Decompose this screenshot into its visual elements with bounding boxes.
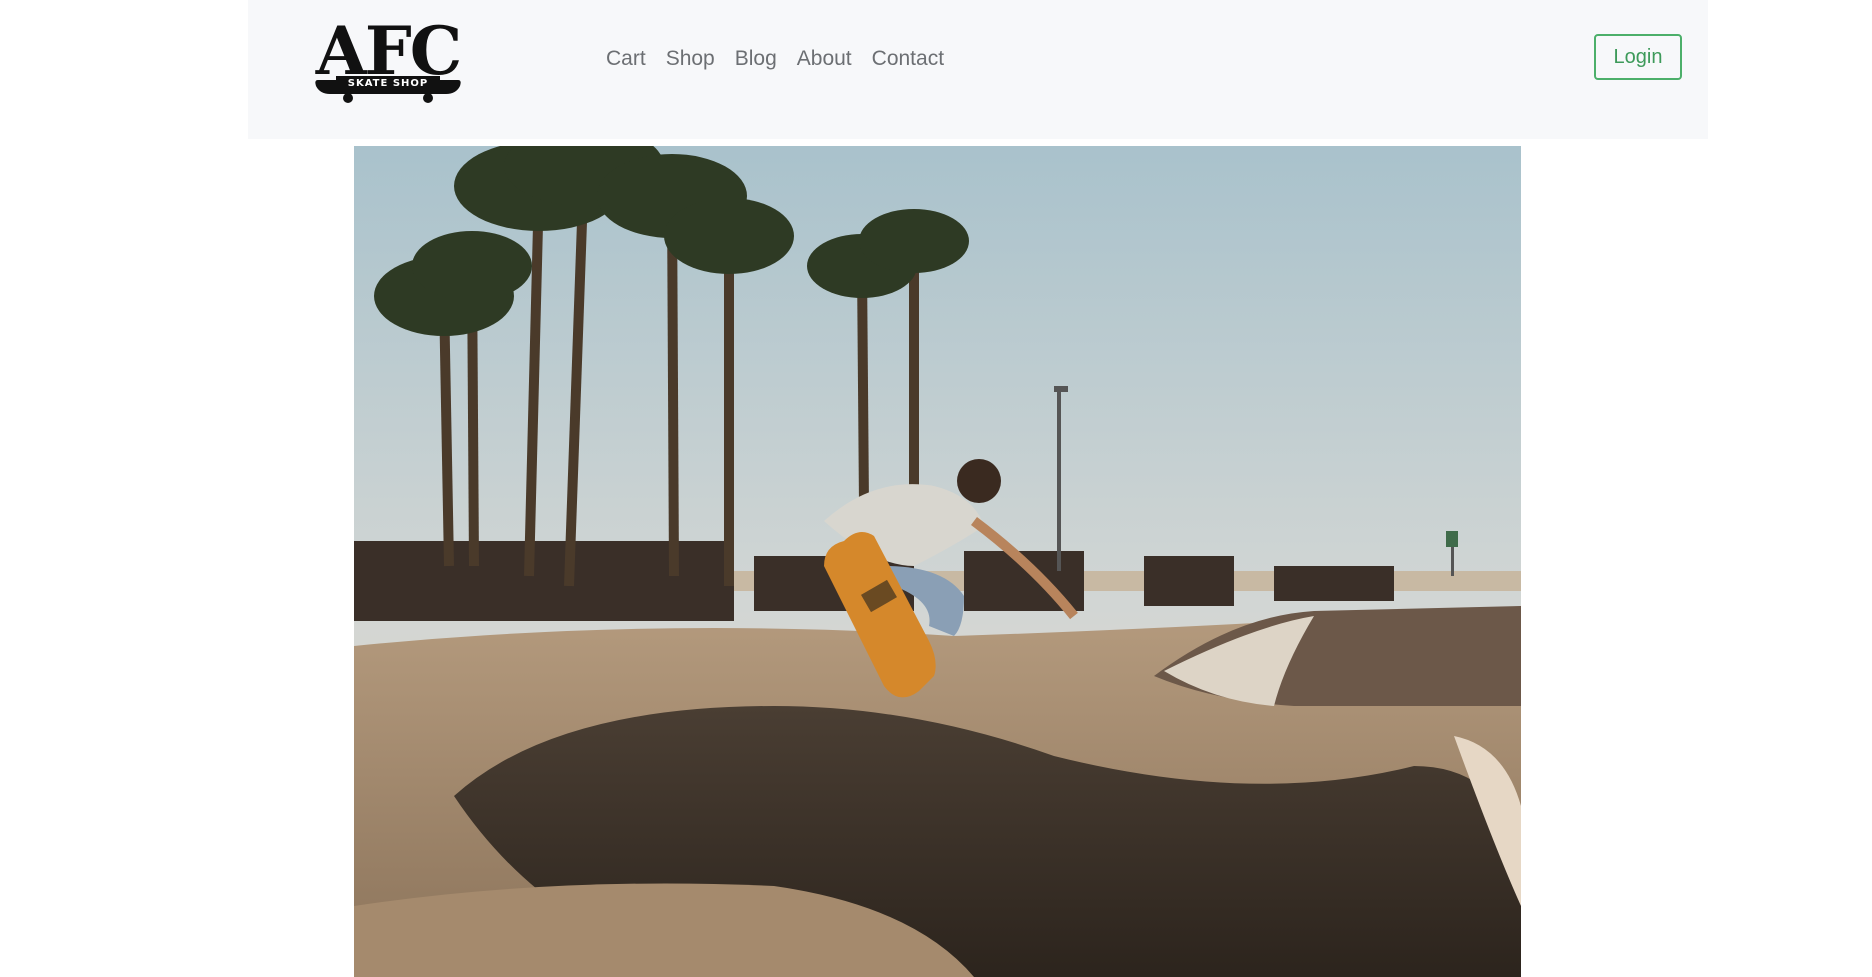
nav-link-contact[interactable]: Contact — [862, 44, 954, 74]
hero-image — [354, 146, 1521, 977]
login-button[interactable]: Login — [1594, 34, 1682, 80]
logo-text: AFC — [315, 12, 463, 90]
nav-link-blog[interactable]: Blog — [725, 44, 787, 74]
skatepark-photo — [354, 146, 1521, 977]
nav-link-shop[interactable]: Shop — [656, 44, 725, 74]
nav-links: Cart Shop Blog About Contact — [596, 44, 954, 74]
navbar: AFC SKATE SHOP Cart Shop Blog About Cont… — [248, 0, 1708, 139]
brand-logo[interactable]: AFC SKATE SHOP — [312, 14, 464, 104]
nav-link-about[interactable]: About — [787, 44, 862, 74]
logo-subtext: SKATE SHOP — [347, 78, 429, 89]
nav-link-cart[interactable]: Cart — [596, 44, 656, 74]
page: AFC SKATE SHOP Cart Shop Blog About Cont… — [0, 0, 1872, 977]
